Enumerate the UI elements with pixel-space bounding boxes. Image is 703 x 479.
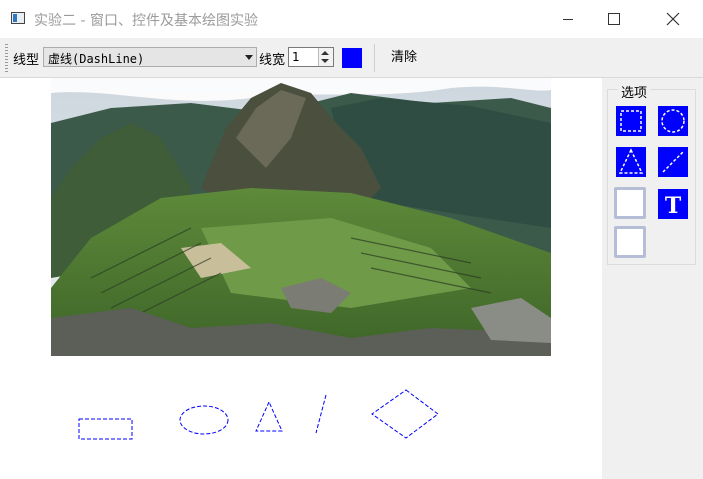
options-dock: 选项 T [602, 78, 703, 479]
line-style-value: 虚线(DashLine) [48, 52, 145, 66]
rectangle-tool-button[interactable] [616, 106, 646, 136]
drawing-canvas[interactable] [0, 78, 602, 479]
line-tool-button[interactable] [658, 147, 688, 177]
minimize-icon [563, 19, 573, 20]
options-group: 选项 T [607, 82, 696, 265]
shapes-layer [78, 389, 439, 440]
spin-down-icon[interactable] [321, 59, 329, 63]
maximize-icon [608, 13, 620, 25]
blank-tool-button[interactable] [614, 187, 646, 219]
maximize-button[interactable] [591, 0, 637, 38]
pen-color-button[interactable] [342, 48, 362, 68]
dashed-rectangle-icon [620, 110, 642, 132]
drawn-diamond[interactable] [371, 389, 439, 439]
clear-button[interactable]: 清除 [384, 47, 424, 69]
line-style-combobox[interactable]: 虚线(DashLine) [43, 47, 257, 67]
drawn-ellipse[interactable] [179, 405, 229, 435]
svg-text:T: T [665, 193, 682, 219]
toolbar: 线型 虚线(DashLine) 线宽 1 清除 [0, 38, 703, 78]
ellipse-tool-button[interactable] [658, 106, 688, 136]
line-width-value: 1 [292, 50, 300, 64]
spin-up-icon[interactable] [321, 51, 329, 55]
line-width-label: 线宽 [259, 53, 286, 68]
title-bar: 实验二 - 窗口、控件及基本绘图实验 [0, 0, 703, 38]
app-icon [11, 12, 25, 24]
close-button[interactable] [650, 0, 696, 38]
dashed-triangle-icon [618, 148, 644, 174]
triangle-tool-button[interactable] [616, 147, 646, 177]
drawn-line[interactable] [315, 394, 327, 434]
text-tool-button[interactable]: T [658, 189, 688, 219]
line-width-spinbox[interactable]: 1 [288, 47, 334, 67]
drawn-triangle[interactable] [255, 400, 283, 432]
drawn-rectangle[interactable] [78, 418, 133, 440]
options-title: 选项 [618, 82, 651, 101]
text-icon: T [665, 193, 682, 219]
dashed-ellipse-icon [661, 109, 685, 133]
blank-tool-button[interactable] [614, 226, 646, 258]
minimize-button[interactable] [545, 0, 591, 38]
toolbar-grip[interactable] [5, 44, 8, 72]
dashed-line-icon [662, 151, 684, 173]
line-style-label: 线型 [13, 53, 40, 68]
window-title: 实验二 - 窗口、控件及基本绘图实验 [34, 13, 258, 29]
close-icon [666, 12, 680, 26]
toolbar-separator [374, 44, 375, 72]
spin-buttons [318, 48, 333, 66]
chevron-down-icon [245, 55, 253, 60]
